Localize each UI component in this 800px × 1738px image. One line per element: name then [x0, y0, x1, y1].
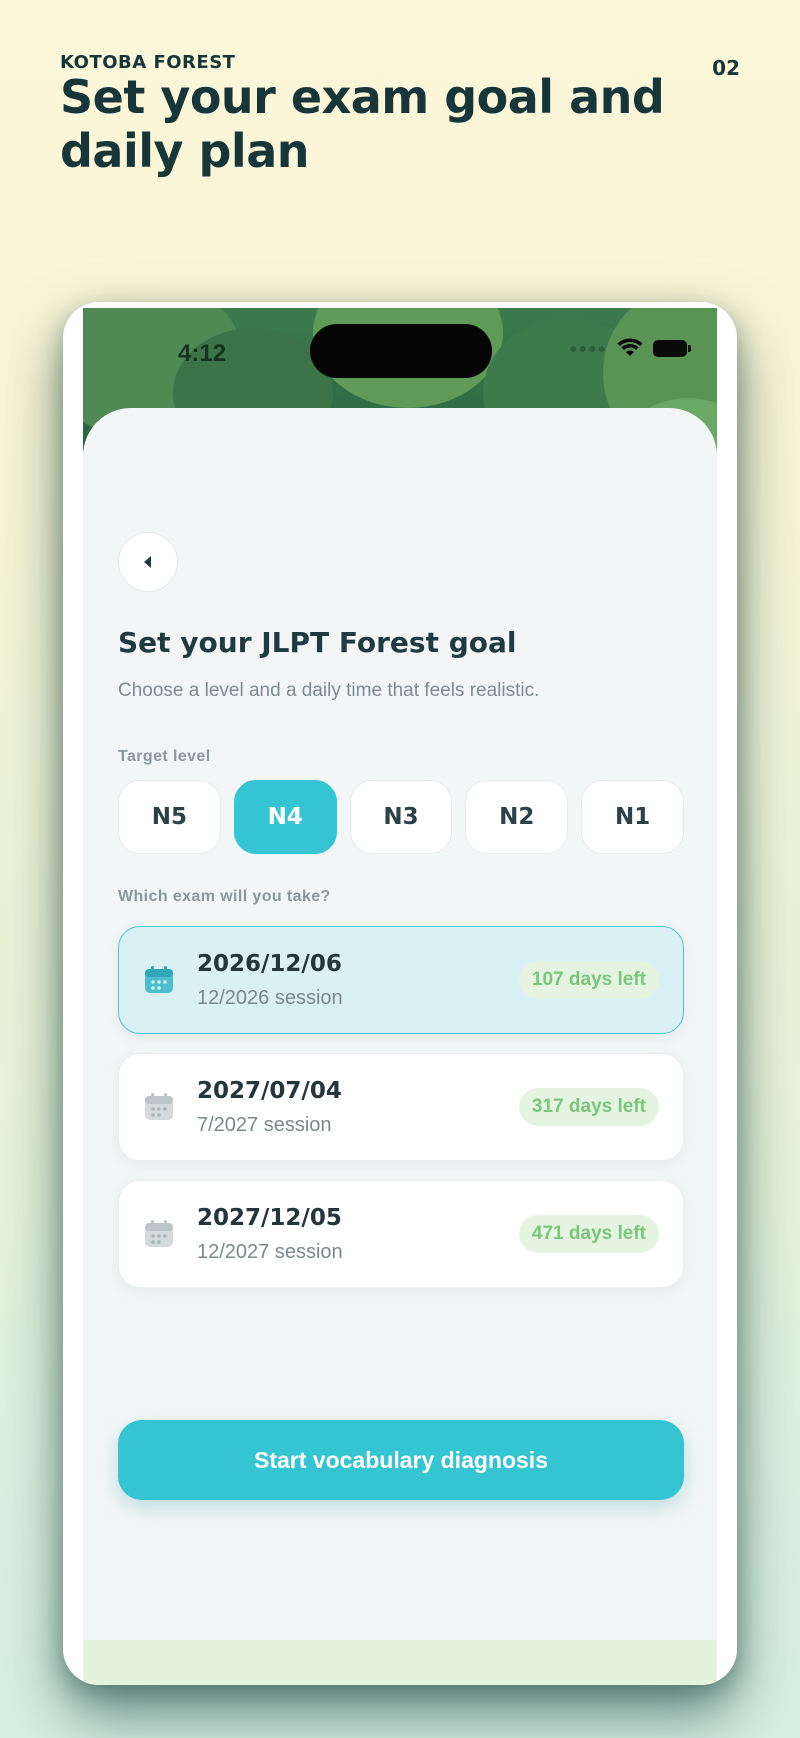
level-selector: N5 N4 N3 N2 N1 — [118, 780, 684, 854]
exam-date: 2026/12/06 — [197, 951, 342, 977]
exam-session: 12/2026 session — [197, 987, 343, 1009]
exam-session: 7/2027 session — [197, 1114, 332, 1136]
exam-date: 2027/07/04 — [197, 1078, 342, 1104]
status-time: 4:12 — [178, 340, 227, 367]
screen-subtitle: Choose a level and a daily time that fee… — [118, 680, 540, 701]
wifi-icon — [617, 338, 643, 356]
level-option-n3[interactable]: N3 — [349, 780, 453, 854]
page-number: 02 — [712, 56, 740, 80]
exam-option-card[interactable]: 2027/07/04 7/2027 session 317 days left — [118, 1053, 684, 1161]
phone-frame: 4:12 ●●●● Set your JLPT Forest goal Choo… — [63, 302, 737, 1685]
exam-session: 12/2027 session — [197, 1241, 343, 1263]
back-button[interactable] — [118, 532, 178, 592]
calendar-icon — [145, 1220, 173, 1247]
level-option-n5[interactable]: N5 — [118, 780, 221, 854]
level-option-n4[interactable]: N4 — [233, 780, 337, 854]
days-left-badge: 317 days left — [518, 1088, 659, 1126]
exam-option-card[interactable]: 2027/12/05 12/2027 session 471 days left — [118, 1180, 684, 1288]
days-left-badge: 107 days left — [518, 961, 659, 999]
back-arrow-icon — [144, 556, 151, 568]
content-sheet: Set your JLPT Forest goal Choose a level… — [83, 408, 717, 1685]
status-icons: ●●●● — [569, 338, 691, 358]
exam-option-card[interactable]: 2026/12/06 12/2026 session 107 days left — [118, 926, 684, 1034]
dynamic-island — [310, 324, 492, 378]
exam-date: 2027/12/05 — [197, 1205, 342, 1231]
level-option-n2[interactable]: N2 — [465, 780, 569, 854]
page-headline: Set your exam goal and daily plan — [60, 70, 665, 178]
calendar-icon — [145, 966, 173, 993]
start-diagnosis-button[interactable]: Start vocabulary diagnosis — [118, 1420, 684, 1500]
calendar-icon — [145, 1093, 173, 1120]
level-option-n1[interactable]: N1 — [581, 780, 684, 854]
days-left-badge: 471 days left — [518, 1215, 659, 1253]
target-level-label: Target level — [118, 748, 211, 765]
screen-title: Set your JLPT Forest goal — [118, 626, 517, 659]
bottom-strip — [83, 1640, 717, 1685]
signal-icon: ●●●● — [569, 340, 607, 356]
battery-icon — [653, 339, 691, 357]
exam-question-label: Which exam will you take? — [118, 888, 331, 905]
app-screen: 4:12 ●●●● Set your JLPT Forest goal Choo… — [83, 308, 717, 1685]
